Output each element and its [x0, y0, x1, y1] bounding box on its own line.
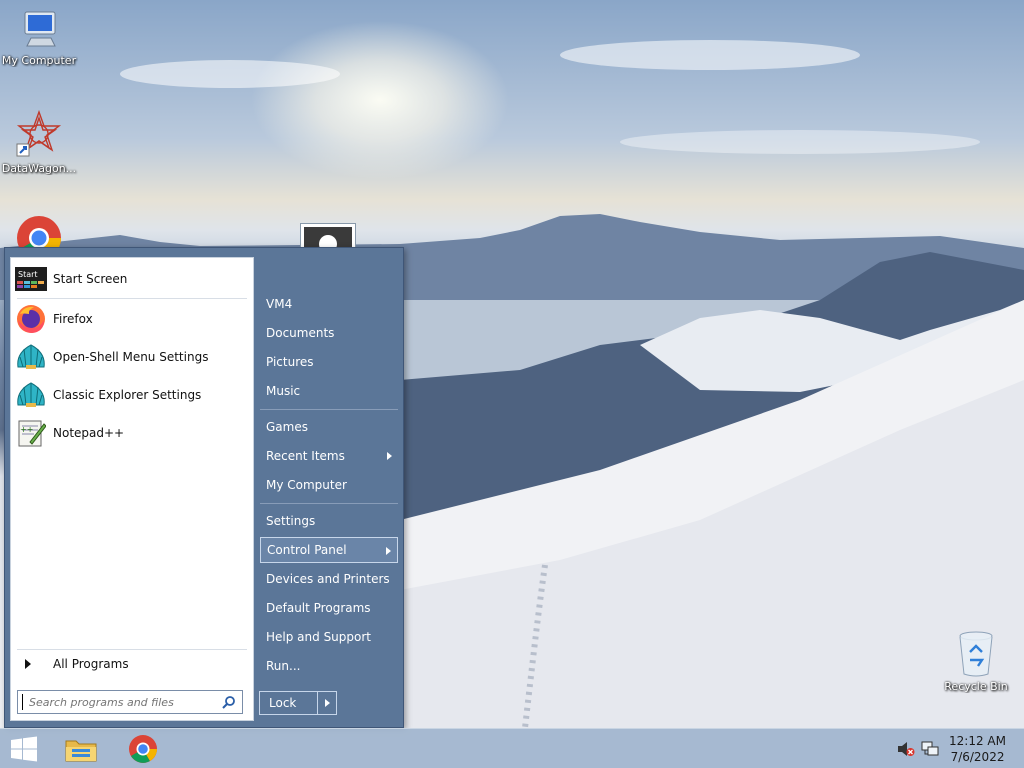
recycle-bin-icon	[959, 631, 993, 677]
menu-item-control-panel[interactable]: Control Panel	[260, 537, 398, 563]
menu-item-devices-and-printers[interactable]: Devices and Printers	[260, 566, 398, 592]
programs-pane: Start Start Screen Firefox Open-Shell Me…	[10, 257, 254, 721]
network-icon[interactable]	[921, 741, 939, 757]
program-classic-explorer-settings[interactable]: Classic Explorer Settings	[15, 378, 249, 412]
menu-item-pictures[interactable]: Pictures	[260, 349, 398, 375]
program-label: Notepad++	[53, 426, 125, 440]
notepad-plus-plus-icon: ++	[15, 417, 47, 449]
desktop-icon-label: Recycle Bin	[944, 680, 1008, 693]
chevron-right-icon	[324, 699, 330, 707]
submenu-arrow-icon	[387, 452, 392, 460]
menu-item-my-computer[interactable]: My Computer	[260, 472, 398, 498]
program-firefox[interactable]: Firefox	[15, 302, 249, 336]
firefox-icon	[15, 303, 47, 335]
menu-item-label: Control Panel	[267, 543, 347, 557]
desktop-icon-datawagon[interactable]: DataWagon...	[0, 110, 78, 175]
datawagon-icon	[16, 110, 62, 157]
all-programs-button[interactable]: All Programs	[19, 653, 247, 675]
program-start-screen[interactable]: Start Start Screen	[15, 262, 249, 296]
menu-item-label: Default Programs	[266, 601, 371, 615]
shutdown-options-button[interactable]	[318, 692, 336, 714]
menu-item-documents[interactable]: Documents	[260, 320, 398, 346]
menu-item-label: Recent Items	[266, 449, 345, 463]
search-input[interactable]	[23, 692, 222, 712]
file-explorer-icon	[65, 740, 97, 762]
start-menu: Start Start Screen Firefox Open-Shell Me…	[4, 247, 404, 728]
start-button[interactable]	[0, 729, 48, 768]
menu-item-settings[interactable]: Settings	[260, 508, 398, 534]
menu-item-help-and-support[interactable]: Help and Support	[260, 624, 398, 650]
menu-item-run[interactable]: Run...	[260, 653, 398, 679]
desktop-icon-label: My Computer	[1, 54, 77, 67]
speaker-muted-icon[interactable]	[897, 741, 915, 757]
lock-button[interactable]: Lock	[260, 692, 318, 714]
menu-item-label: Documents	[266, 326, 335, 340]
taskbar-chrome[interactable]	[119, 729, 167, 768]
menu-item-games[interactable]: Games	[260, 414, 398, 440]
desktop-icon-my-computer[interactable]: My Computer	[0, 8, 78, 67]
menu-item-music[interactable]: Music	[260, 378, 398, 404]
clock[interactable]: 12:12 AM 7/6/2022	[949, 733, 1006, 765]
program-label: Start Screen	[53, 272, 128, 286]
separator	[260, 503, 398, 504]
lock-split-button: Lock	[259, 691, 337, 715]
shell-icon	[15, 379, 47, 411]
submenu-arrow-icon	[386, 547, 391, 555]
clock-date: 7/6/2022	[950, 750, 1005, 764]
svg-text:++: ++	[20, 425, 33, 434]
separator	[17, 298, 247, 299]
menu-item-label: Games	[266, 420, 308, 434]
menu-item-label: Devices and Printers	[266, 572, 390, 586]
menu-item-label: Music	[266, 384, 301, 398]
menu-item-user-folder[interactable]: VM4	[260, 291, 398, 317]
taskbar-file-explorer[interactable]	[57, 729, 105, 768]
search-icon[interactable]	[222, 695, 236, 709]
menu-item-label: Run...	[266, 659, 301, 673]
desktop-icon-label: DataWagon...	[1, 162, 77, 175]
start-screen-icon: Start	[15, 263, 47, 295]
menu-item-label: Help and Support	[266, 630, 371, 644]
windows-start-icon	[11, 736, 37, 762]
taskbar: 12:12 AM 7/6/2022	[0, 728, 1024, 768]
separator	[17, 649, 247, 650]
program-notepad-plus-plus[interactable]: ++ Notepad++	[15, 416, 249, 450]
menu-item-label: Settings	[266, 514, 316, 528]
menu-item-label: Pictures	[266, 355, 314, 369]
desktop-icon-recycle-bin[interactable]: Recycle Bin	[937, 630, 1015, 693]
separator	[260, 409, 398, 410]
expand-triangle-icon	[25, 659, 31, 669]
search-box[interactable]	[17, 690, 243, 714]
program-label: Firefox	[53, 312, 93, 326]
menu-item-label: My Computer	[266, 478, 347, 492]
clock-time: 12:12 AM	[949, 734, 1006, 748]
svg-text:Start: Start	[18, 270, 38, 279]
menu-item-recent-items[interactable]: Recent Items	[260, 443, 398, 469]
all-programs-label: All Programs	[53, 657, 129, 671]
program-label: Classic Explorer Settings	[53, 388, 202, 402]
menu-item-default-programs[interactable]: Default Programs	[260, 595, 398, 621]
chrome-icon	[129, 735, 157, 763]
computer-icon	[24, 11, 56, 47]
menu-item-label: VM4	[266, 297, 293, 311]
shell-icon	[15, 341, 47, 373]
program-label: Open-Shell Menu Settings	[53, 350, 209, 364]
program-open-shell-menu-settings[interactable]: Open-Shell Menu Settings	[15, 340, 249, 374]
